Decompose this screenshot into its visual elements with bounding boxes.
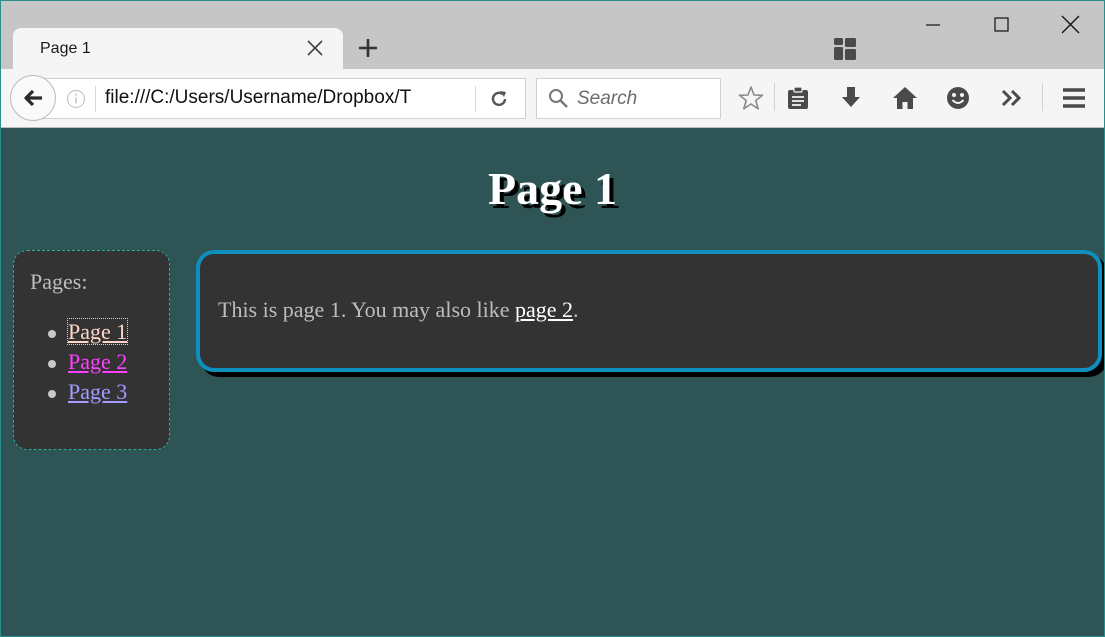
toolbar-divider xyxy=(1042,83,1043,111)
page-content: Page 1 Pages: Page 1 Page 2 Page 3 This … xyxy=(1,128,1104,636)
back-arrow-icon xyxy=(24,89,42,107)
search-bar[interactable]: Search xyxy=(536,78,721,119)
search-icon xyxy=(549,89,568,108)
url-bar[interactable]: file:///C:/Users/Username/Dropbox/T xyxy=(33,78,526,119)
page-title: Page 1 xyxy=(487,163,617,214)
hamburger-icon[interactable] xyxy=(1061,85,1087,111)
download-icon[interactable] xyxy=(838,85,864,111)
tab-page-1[interactable]: Page 1 xyxy=(13,28,343,69)
star-icon[interactable] xyxy=(738,85,764,111)
main-content-box: This is page 1. You may also like page 2… xyxy=(196,250,1102,372)
window-close-icon[interactable] xyxy=(1058,13,1082,37)
navigation-toolbar: file:///C:/Users/Username/Dropbox/T Sear… xyxy=(1,69,1104,128)
sidebar-link-page-3[interactable]: Page 3 xyxy=(68,379,127,404)
main-text-end: . xyxy=(573,297,579,322)
reload-icon[interactable] xyxy=(488,88,510,110)
close-icon[interactable] xyxy=(305,38,325,58)
tab-title: Page 1 xyxy=(40,40,91,57)
list-item: Page 3 xyxy=(47,379,127,409)
browser-window: Page 1 file:///C:/Users/Username/Dropbox… xyxy=(0,0,1105,637)
url-text[interactable]: file:///C:/Users/Username/Dropbox/T xyxy=(105,87,437,109)
info-icon[interactable] xyxy=(66,89,86,109)
maximize-icon[interactable] xyxy=(989,13,1013,37)
back-button[interactable] xyxy=(10,75,56,121)
smiley-icon[interactable] xyxy=(945,85,971,111)
minimize-icon[interactable] xyxy=(921,13,945,37)
url-divider xyxy=(95,86,96,112)
search-input[interactable]: Search xyxy=(577,88,637,110)
page-2-link[interactable]: page 2 xyxy=(515,297,573,322)
main-text: This is page 1. You may also like xyxy=(218,297,515,322)
sidebar-link-page-2[interactable]: Page 2 xyxy=(68,349,127,374)
sidebar-heading: Pages: xyxy=(30,269,88,294)
list-item: Page 1 xyxy=(47,318,129,349)
page-list: Page 1 Page 2 Page 3 xyxy=(47,318,129,409)
sidebar-nav: Pages: Page 1 Page 2 Page 3 xyxy=(13,250,170,450)
tab-groups-icon[interactable] xyxy=(833,37,857,61)
plus-icon[interactable] xyxy=(357,37,379,59)
reload-divider xyxy=(475,86,476,112)
main-paragraph: This is page 1. You may also like page 2… xyxy=(218,297,579,323)
sidebar-link-page-1[interactable]: Page 1 xyxy=(66,318,129,345)
tab-strip: Page 1 xyxy=(1,1,1104,69)
chevrons-right-icon[interactable] xyxy=(999,85,1025,111)
home-icon[interactable] xyxy=(892,85,918,111)
list-item: Page 2 xyxy=(47,349,127,379)
clipboard-icon[interactable] xyxy=(785,85,811,111)
toolbar-divider xyxy=(774,83,775,111)
